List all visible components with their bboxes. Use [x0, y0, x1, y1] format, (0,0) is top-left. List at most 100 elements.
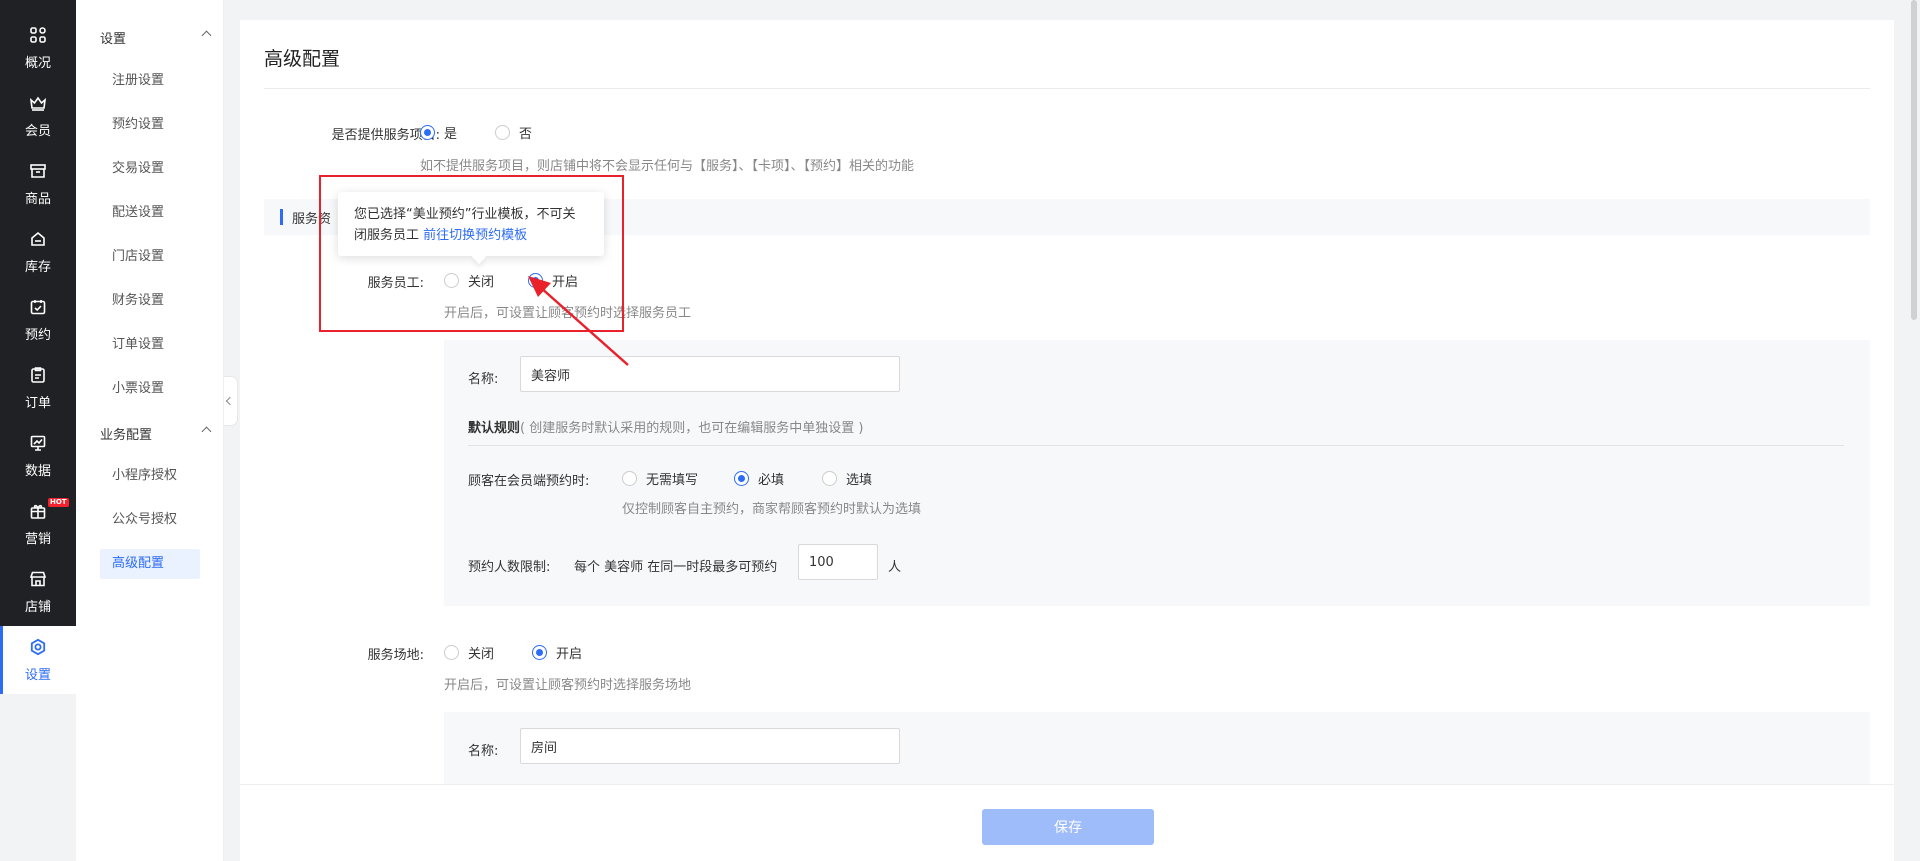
radio-dot [734, 471, 749, 486]
venue-hint: 开启后，可设置让顾客预约时选择服务场地 [444, 678, 692, 693]
secondary-nav: 设置 注册设置 预约设置 交易设置 配送设置 门店设置 财务设置 订单设置 小票… [76, 0, 224, 861]
staff-name-label: 名称: [468, 372, 499, 387]
calendar-check-icon [30, 300, 46, 315]
subnav-group-settings[interactable]: 设置 [100, 28, 212, 47]
venue-label: 服务场地: [367, 648, 424, 663]
subnav-item-registration[interactable]: 注册设置 [100, 66, 200, 96]
collapse-sidebar-button[interactable] [224, 376, 238, 426]
nav-label: 预约 [24, 328, 51, 343]
nav-item-settings[interactable]: 设置 [0, 626, 76, 694]
main-panel: 高级配置 是否提供服务项目: 是 否 如不提供服务项目，则店铺中将不会显示任何与… [240, 20, 1894, 861]
title-divider [264, 88, 1870, 89]
subnav-item-order[interactable]: 订单设置 [100, 330, 200, 360]
primary-nav: 概况 会员 商品 库存 预约 订单 数据 HOT 营销 店铺 设置 [0, 0, 76, 694]
booking-limit-text: 每个 美容师 在同一时段最多可预约 [574, 560, 778, 575]
venue-off-radio[interactable]: 关闭 [444, 643, 494, 662]
provide-service-yes-radio[interactable]: 是 [420, 123, 457, 142]
subnav-item-delivery[interactable]: 配送设置 [100, 198, 200, 228]
hot-badge: HOT [48, 498, 69, 507]
annotation-arrow-icon [528, 276, 629, 366]
grid-icon [30, 27, 46, 43]
subnav-item-trade[interactable]: 交易设置 [100, 154, 200, 184]
nav-item-data[interactable]: 数据 [0, 422, 76, 490]
nav-label: 商品 [24, 192, 51, 207]
provide-service-hint: 如不提供服务项目，则店铺中将不会显示任何与【服务】、【卡项】、【预约】相关的功能 [420, 159, 915, 174]
radio-dot [420, 125, 435, 140]
nav-label: 订单 [24, 396, 51, 411]
member-required-radio[interactable]: 必填 [734, 469, 784, 488]
nav-label: 营销 [24, 532, 51, 547]
nav-item-marketing[interactable]: HOT 营销 [0, 490, 76, 558]
radio-dot [622, 471, 637, 486]
radio-dot [495, 125, 510, 140]
nav-label: 会员 [24, 124, 51, 139]
nav-label: 设置 [24, 668, 51, 683]
venue-name-label: 名称: [468, 744, 499, 759]
booking-limit-unit: 人 [888, 560, 902, 575]
member-booking-label: 顾客在会员端预约时: [468, 474, 590, 489]
scrollbar-thumb[interactable] [1911, 0, 1917, 320]
rule-divider [468, 445, 1844, 446]
subnav-item-advanced[interactable]: 高级配置 [100, 549, 200, 579]
save-button[interactable]: 保存 [982, 809, 1154, 845]
booking-limit-input[interactable] [798, 544, 878, 580]
default-rule-title: 默认规则 [468, 421, 521, 436]
radio-label: 必填 [758, 473, 785, 488]
gear-icon [30, 638, 46, 656]
footer-bar: 保存 [240, 784, 1894, 861]
subnav-group-label: 业务配置 [100, 428, 153, 443]
subnav-item-finance[interactable]: 财务设置 [100, 286, 200, 316]
radio-label: 选填 [846, 473, 873, 488]
subnav-group-label: 设置 [100, 32, 127, 47]
nav-item-inventory[interactable]: 库存 [0, 218, 76, 286]
page-title: 高级配置 [264, 48, 341, 70]
radio-label: 开启 [556, 647, 583, 662]
chart-icon [30, 435, 46, 451]
clipboard-icon [31, 367, 45, 383]
default-rule-heading: 默认规则( 创建服务时默认采用的规则，也可在编辑服务中单独设置 ) [468, 417, 863, 436]
crown-icon [29, 96, 47, 111]
nav-item-members[interactable]: 会员 [0, 82, 76, 150]
member-booking-hint: 仅控制顾客自主预约，商家帮顾客预约时默认为选填 [622, 502, 922, 517]
subnav-group-business[interactable]: 业务配置 [100, 424, 212, 443]
store-box-icon [30, 164, 46, 178]
venue-name-input[interactable] [520, 728, 900, 764]
nav-label: 概况 [24, 56, 51, 71]
radio-label: 无需填写 [646, 473, 699, 488]
booking-limit-label: 预约人数限制: [468, 560, 551, 575]
scrollbar-track[interactable] [1908, 0, 1920, 861]
provide-service-label: 是否提供服务项目: [331, 128, 440, 143]
nav-label: 数据 [24, 464, 51, 479]
nav-item-orders[interactable]: 订单 [0, 354, 76, 422]
radio-dot [532, 645, 547, 660]
subnav-item-miniprogram[interactable]: 小程序授权 [100, 461, 200, 491]
nav-label: 店铺 [24, 600, 51, 615]
nav-item-products[interactable]: 商品 [0, 150, 76, 218]
chevron-up-icon [201, 30, 212, 41]
subnav-item-official-account[interactable]: 公众号授权 [100, 505, 200, 535]
default-rule-desc: ( 创建服务时默认采用的规则，也可在编辑服务中单独设置 ) [520, 421, 864, 436]
chevron-left-icon [225, 396, 235, 406]
subnav-item-receipt[interactable]: 小票设置 [100, 374, 200, 404]
chevron-up-icon [201, 426, 212, 437]
nav-item-booking[interactable]: 预约 [0, 286, 76, 354]
radio-label: 是 [444, 127, 458, 142]
member-optional-radio[interactable]: 选填 [822, 469, 872, 488]
radio-dot [444, 645, 459, 660]
radio-label: 关闭 [468, 647, 495, 662]
inventory-icon [31, 231, 45, 246]
radio-label: 否 [519, 127, 533, 142]
subnav-item-stores[interactable]: 门店设置 [100, 242, 200, 272]
nav-item-shop[interactable]: 店铺 [0, 558, 76, 626]
nav-label: 库存 [24, 260, 51, 275]
radio-dot [822, 471, 837, 486]
provide-service-no-radio[interactable]: 否 [495, 123, 532, 142]
staff-config-panel: 名称: 默认规则( 创建服务时默认采用的规则，也可在编辑服务中单独设置 ) 顾客… [444, 340, 1870, 606]
member-none-radio[interactable]: 无需填写 [622, 469, 698, 488]
subnav-item-booking[interactable]: 预约设置 [100, 110, 200, 140]
venue-on-radio[interactable]: 开启 [532, 643, 582, 662]
shop-icon [29, 571, 47, 587]
nav-item-overview[interactable]: 概况 [0, 14, 76, 82]
section-marker [280, 209, 283, 225]
gift-icon [30, 504, 46, 519]
